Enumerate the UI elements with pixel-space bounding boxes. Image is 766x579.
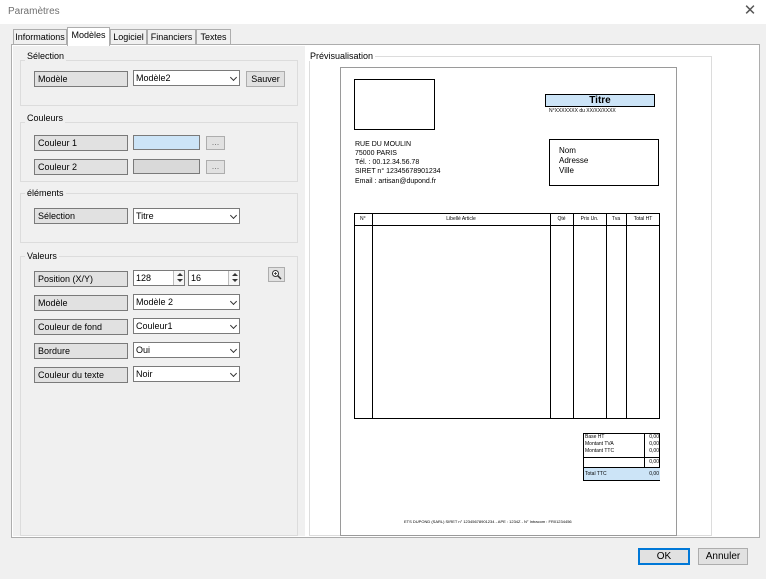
selection-group-title: Sélection [25,51,67,61]
column-header-number: N° [360,216,366,222]
model-label: Modèle [34,71,128,87]
ok-button[interactable]: OK [638,548,690,565]
close-icon[interactable]: ✕ [743,3,757,19]
window-title: Paramètres [8,6,60,17]
total-label: Total TTC [585,471,607,477]
border-label: Bordure [34,343,128,359]
elements-group-title: éléments [25,188,66,198]
title-bar: Paramètres ✕ [0,0,766,24]
column-header-vat: Tva [611,216,621,222]
column-header-total: Total HT [633,216,653,222]
totals-divider [583,457,660,458]
total-label: Montant TVA [585,441,614,447]
total-label: Montant TTC [585,448,615,454]
text-color-value: Noir [136,369,153,379]
sender-city: 75000 PARIS [355,150,397,157]
colors-group-title: Couleurs [25,113,66,123]
total-value: 0,00 [649,441,659,447]
border-select[interactable]: Oui [133,342,240,358]
position-y-value: 16 [191,273,202,283]
items-table[interactable] [354,213,660,419]
save-button[interactable]: Sauver [246,71,285,87]
chevron-down-icon [229,321,238,330]
tab-financiers[interactable]: Financiers [147,29,196,45]
client-address: Adresse [559,156,589,165]
color2-label: Couleur 2 [34,159,128,175]
sender-street: RUE DU MOULIN [355,141,412,148]
text-color-select[interactable]: Noir [133,366,240,382]
tab-textes[interactable]: Textes [196,29,231,45]
column-header-label: Libellé Article [446,216,476,222]
column-header-unit-price: Prix Un. [580,216,599,222]
color2-swatch[interactable] [133,159,200,174]
sender-email: Email : artisan@dupond.fr [355,178,437,185]
spin-arrows-icon[interactable] [228,271,239,285]
position-label: Position (X/Y) [34,271,128,287]
total-value: 0,00 [649,459,659,465]
client-city: Ville [559,166,574,175]
background-color-label: Couleur de fond [34,319,128,335]
sender-phone: Tél. : 00.12.34.56.78 [355,159,420,166]
element-select[interactable]: Titre [133,208,240,224]
model-select[interactable]: Modèle2 [133,70,240,86]
color1-label: Couleur 1 [34,135,128,151]
shape-model-select[interactable]: Modèle 2 [133,294,240,310]
table-column-divider [372,213,373,419]
element-selection-label: Sélection [34,208,128,224]
sender-siret: SIRET n° 12345678901234 [355,168,441,175]
total-value: 0,00 [649,434,659,440]
background-color-value: Couleur1 [136,321,173,331]
position-x-stepper[interactable]: 128 [133,270,185,286]
tab-informations[interactable]: Informations [13,29,67,45]
text-color-label: Couleur du texte [34,367,128,383]
chevron-down-icon [229,345,238,354]
position-x-value: 128 [136,273,152,283]
table-column-divider [606,213,607,419]
chevron-down-icon [229,369,238,378]
color1-browse-button[interactable]: ... [206,136,225,150]
element-select-value: Titre [136,211,154,221]
column-header-qty: Qté [557,216,566,222]
zoom-button[interactable] [268,267,285,282]
spin-arrows-icon[interactable] [173,271,184,285]
total-value: 0,00 [649,448,659,454]
zoom-icon [272,270,282,280]
total-value: 0,00 [649,471,659,477]
shape-model-value: Modèle 2 [136,297,174,307]
cancel-button[interactable]: Annuler [698,548,748,565]
client-name: Nom [559,146,576,155]
logo-box[interactable] [354,79,435,130]
chevron-down-icon [229,297,238,306]
shape-model-label: Modèle [34,295,128,311]
tab-logiciel[interactable]: Logiciel [110,29,147,45]
table-column-divider [550,213,551,419]
invoice-footer: ETS DUPOND (SARL) SIRET n° 1234567890123… [404,519,572,524]
table-column-divider [573,213,574,419]
position-y-stepper[interactable]: 16 [188,270,240,286]
values-group-title: Valeurs [25,251,59,261]
table-column-divider [626,213,627,419]
table-header-divider [354,225,660,226]
doc-title-box[interactable]: Titre [545,94,655,107]
model-select-value: Modèle2 [136,73,171,83]
color1-swatch[interactable] [133,135,200,150]
border-value: Oui [136,345,151,355]
tab-modeles[interactable]: Modèles [67,27,110,46]
background-color-select[interactable]: Couleur1 [133,318,240,334]
chevron-down-icon [229,211,238,220]
doc-number: N°XXXXXXX du XX/XX/XXXX [549,108,616,114]
color2-browse-button[interactable]: ... [206,160,225,174]
total-label: Base HT [585,434,605,440]
preview-title: Prévisualisation [308,51,376,61]
chevron-down-icon [229,73,238,82]
